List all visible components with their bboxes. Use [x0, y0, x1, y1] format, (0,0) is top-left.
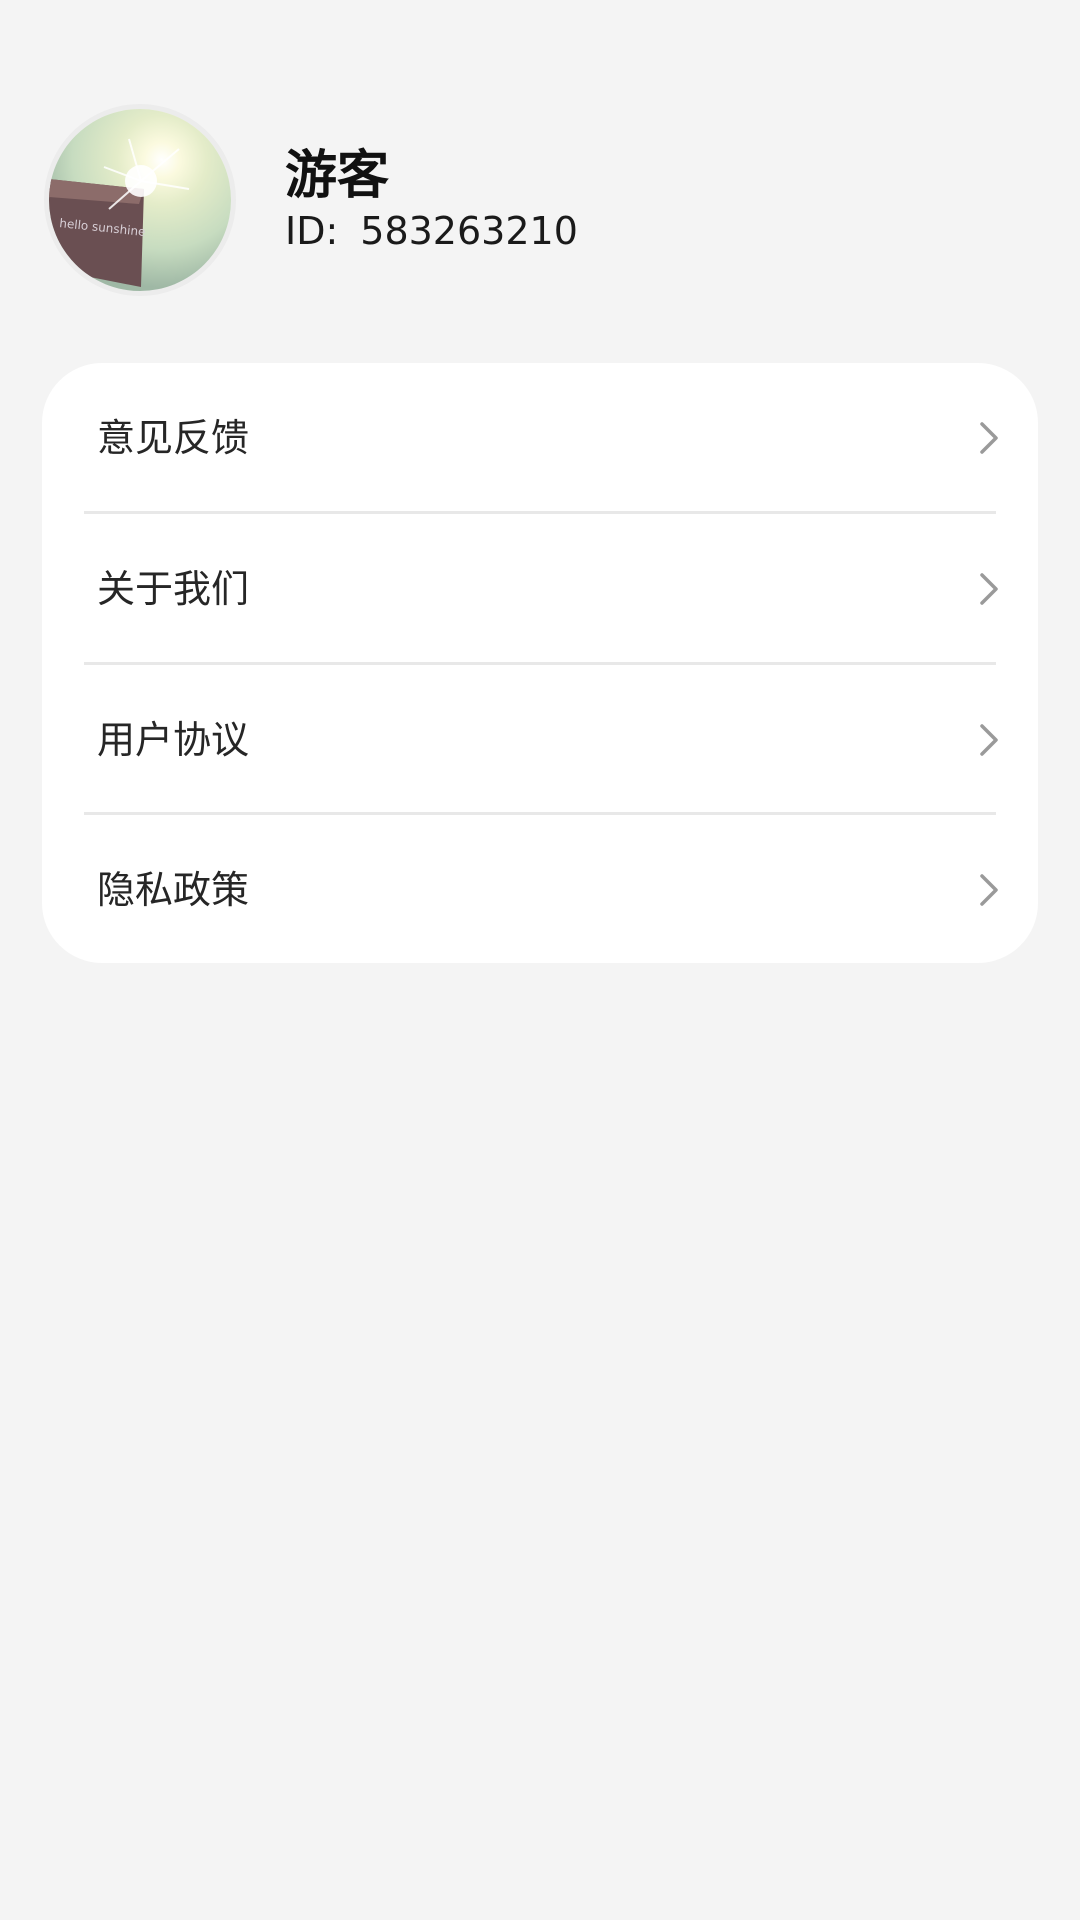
menu-item-about-us[interactable]: 关于我们: [42, 514, 1038, 664]
menu-item-label: 意见反馈: [97, 416, 250, 460]
chevron-right-icon: [978, 722, 1000, 758]
chevron-right-icon: [978, 872, 1000, 908]
menu-item-label: 用户协议: [97, 718, 250, 762]
settings-menu-card: 意见反馈 关于我们 用户协议 隐私政策: [42, 363, 1038, 963]
menu-item-privacy-policy[interactable]: 隐私政策: [42, 815, 1038, 965]
chevron-right-icon: [978, 571, 1000, 607]
chevron-right-icon: [978, 420, 1000, 456]
profile-header: hello sunshine 游客 ID: 583263210: [0, 0, 1080, 340]
menu-item-label: 关于我们: [97, 567, 250, 611]
user-id-value: 583263210: [360, 209, 578, 253]
user-name: 游客: [285, 146, 390, 206]
menu-item-feedback[interactable]: 意见反馈: [42, 363, 1038, 513]
menu-item-label: 隐私政策: [97, 868, 250, 912]
menu-item-user-agreement[interactable]: 用户协议: [42, 665, 1038, 815]
avatar[interactable]: hello sunshine: [44, 104, 236, 296]
user-id-label: ID:: [285, 209, 339, 253]
user-id: ID: 583263210: [285, 205, 578, 257]
avatar-image: hello sunshine: [49, 109, 231, 291]
